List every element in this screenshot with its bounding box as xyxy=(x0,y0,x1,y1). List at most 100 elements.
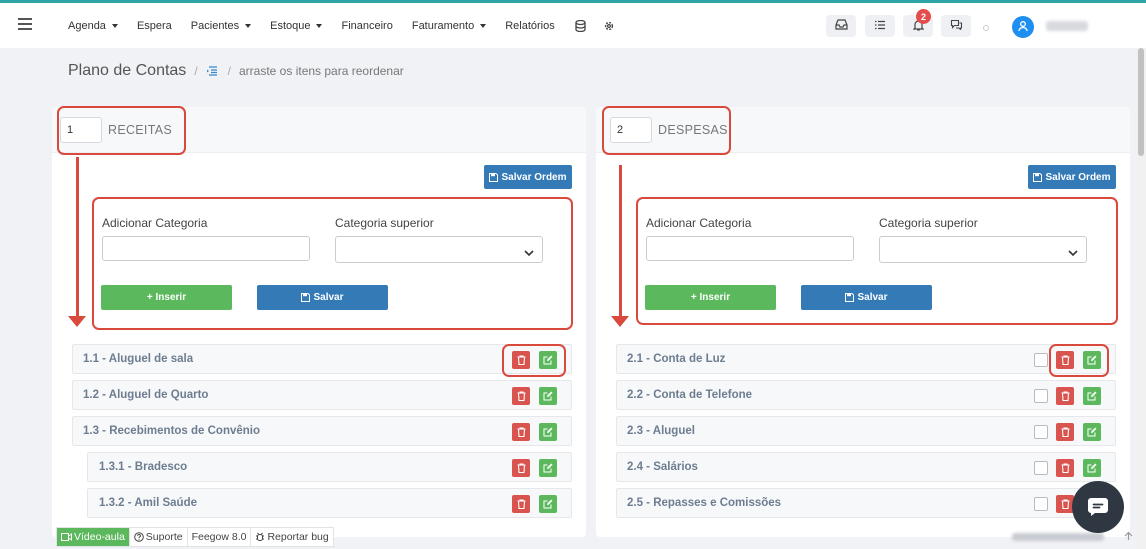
nav-financeiro[interactable]: Financeiro xyxy=(341,20,392,32)
parent-category-label: Categoria superior xyxy=(879,216,978,230)
floppy-disk-icon xyxy=(301,293,311,302)
delete-button[interactable] xyxy=(1056,387,1074,405)
support-link[interactable]: Suporte xyxy=(128,528,187,546)
despesas-insert-button[interactable]: + Inserir xyxy=(645,285,776,310)
despesas-order-input[interactable] xyxy=(610,116,652,143)
nav-pacientes[interactable]: Pacientes xyxy=(191,20,252,32)
receitas-parent-category-select[interactable] xyxy=(335,236,543,263)
database-icon[interactable] xyxy=(574,19,588,33)
hamburger-menu-icon[interactable] xyxy=(18,18,32,30)
version-label: Feegow 8.0 xyxy=(186,528,251,546)
edit-button[interactable] xyxy=(539,459,557,477)
report-bug-link[interactable]: Reportar bug xyxy=(250,528,332,546)
list-item[interactable]: 2.5 - Repasses e Comissões xyxy=(616,488,1116,518)
list-item[interactable]: 1.3.2 - Amil Saúde xyxy=(87,488,572,518)
nav-faturamento[interactable]: Faturamento xyxy=(412,20,487,32)
edit-button[interactable] xyxy=(1083,351,1101,369)
row-checkbox[interactable] xyxy=(1034,425,1048,439)
edit-button[interactable] xyxy=(1083,459,1101,477)
breadcrumb-separator: / xyxy=(227,64,231,78)
delete-button[interactable] xyxy=(1056,459,1074,477)
edit-button[interactable] xyxy=(539,423,557,441)
edit-button[interactable] xyxy=(539,387,557,405)
trash-icon xyxy=(517,499,526,509)
breadcrumb: Plano de Contas / / arraste os itens par… xyxy=(68,62,404,80)
caret-down-icon xyxy=(111,23,118,28)
page-scrollbar[interactable] xyxy=(1136,48,1146,549)
trash-icon xyxy=(517,355,526,365)
edit-button[interactable] xyxy=(1083,423,1101,441)
delete-button[interactable] xyxy=(1056,423,1074,441)
annotation-arrow-shaft xyxy=(619,165,622,317)
user-avatar[interactable] xyxy=(1012,16,1034,38)
trash-icon xyxy=(517,427,526,437)
delete-button[interactable] xyxy=(1056,351,1074,369)
despesas-save-order-button[interactable]: Salvar Ordem xyxy=(1028,165,1116,189)
floppy-disk-icon xyxy=(1033,172,1043,182)
video-tutorial-link[interactable]: Vídeo-aula xyxy=(57,528,129,546)
receitas-title: RECEITAS xyxy=(108,122,172,137)
trash-icon xyxy=(517,463,526,473)
receitas-add-category-input[interactable] xyxy=(102,236,310,261)
top-navbar: Agenda Espera Pacientes Estoque Financei… xyxy=(0,3,1146,48)
list-item[interactable]: 1.1 - Aluguel de sala xyxy=(72,344,572,374)
delete-button[interactable] xyxy=(512,459,530,477)
despesas-title: DESPESAS xyxy=(658,122,728,137)
list-item[interactable]: 1.3.1 - Bradesco xyxy=(87,452,572,482)
despesas-parent-category-select[interactable] xyxy=(879,236,1087,263)
row-checkbox[interactable] xyxy=(1034,389,1048,403)
edit-icon xyxy=(543,391,553,401)
scrollbar-thumb[interactable] xyxy=(1138,48,1144,156)
list-item[interactable]: 2.1 - Conta de Luz xyxy=(616,344,1116,374)
user-icon xyxy=(1017,20,1029,35)
trash-icon xyxy=(1061,355,1070,365)
list-item[interactable]: 2.2 - Conta de Telefone xyxy=(616,380,1116,410)
edit-icon xyxy=(1087,427,1097,437)
chevron-down-icon xyxy=(524,246,534,260)
receitas-save-button[interactable]: Salvar xyxy=(257,285,388,310)
receitas-save-order-button[interactable]: Salvar Ordem xyxy=(484,165,572,189)
nav-espera[interactable]: Espera xyxy=(137,20,172,32)
outdent-list-icon[interactable] xyxy=(206,66,218,76)
nav-estoque[interactable]: Estoque xyxy=(270,20,323,32)
arrow-up-icon xyxy=(1124,531,1133,541)
row-checkbox[interactable] xyxy=(1034,353,1048,367)
annotation-arrow-down-icon xyxy=(611,316,629,327)
breadcrumb-separator: / xyxy=(194,64,198,78)
list-item[interactable]: 2.3 - Aluguel xyxy=(616,416,1116,446)
chat-icon xyxy=(950,19,963,33)
list-item[interactable]: 2.4 - Salários xyxy=(616,452,1116,482)
add-category-label: Adicionar Categoria xyxy=(646,216,752,230)
despesas-save-button[interactable]: Salvar xyxy=(801,285,932,310)
scroll-to-top-button[interactable] xyxy=(1118,527,1138,545)
delete-button[interactable] xyxy=(512,351,530,369)
parent-category-label: Categoria superior xyxy=(335,216,434,230)
despesas-add-category-input[interactable] xyxy=(646,236,854,261)
list-item[interactable]: 1.2 - Aluguel de Quarto xyxy=(72,380,572,410)
inbox-button[interactable] xyxy=(826,15,856,37)
list-item[interactable]: 1.3 - Recebimentos de Convênio xyxy=(72,416,572,446)
task-list-button[interactable] xyxy=(865,15,895,37)
receitas-insert-button[interactable]: + Inserir xyxy=(101,285,232,310)
receitas-order-input[interactable] xyxy=(60,116,102,143)
inbox-icon xyxy=(834,19,848,33)
delete-button[interactable] xyxy=(512,387,530,405)
delete-button[interactable] xyxy=(512,423,530,441)
delete-button[interactable] xyxy=(512,495,530,513)
chat-widget-button[interactable] xyxy=(1072,481,1124,533)
gear-icon[interactable] xyxy=(602,19,616,33)
chat-button[interactable] xyxy=(941,15,971,37)
user-name-redacted xyxy=(1046,21,1088,31)
edit-button[interactable] xyxy=(539,495,557,513)
floppy-disk-icon xyxy=(845,293,855,302)
edit-button[interactable] xyxy=(539,351,557,369)
row-checkbox[interactable] xyxy=(1034,497,1048,511)
caret-down-icon xyxy=(480,23,487,28)
redacted-footer-text xyxy=(1012,533,1104,541)
nav-relatorios[interactable]: Relatórios xyxy=(505,20,555,32)
trash-icon xyxy=(1061,391,1070,401)
notifications-button[interactable]: 2 xyxy=(903,9,933,37)
edit-button[interactable] xyxy=(1083,387,1101,405)
nav-agenda[interactable]: Agenda xyxy=(68,20,118,32)
row-checkbox[interactable] xyxy=(1034,461,1048,475)
